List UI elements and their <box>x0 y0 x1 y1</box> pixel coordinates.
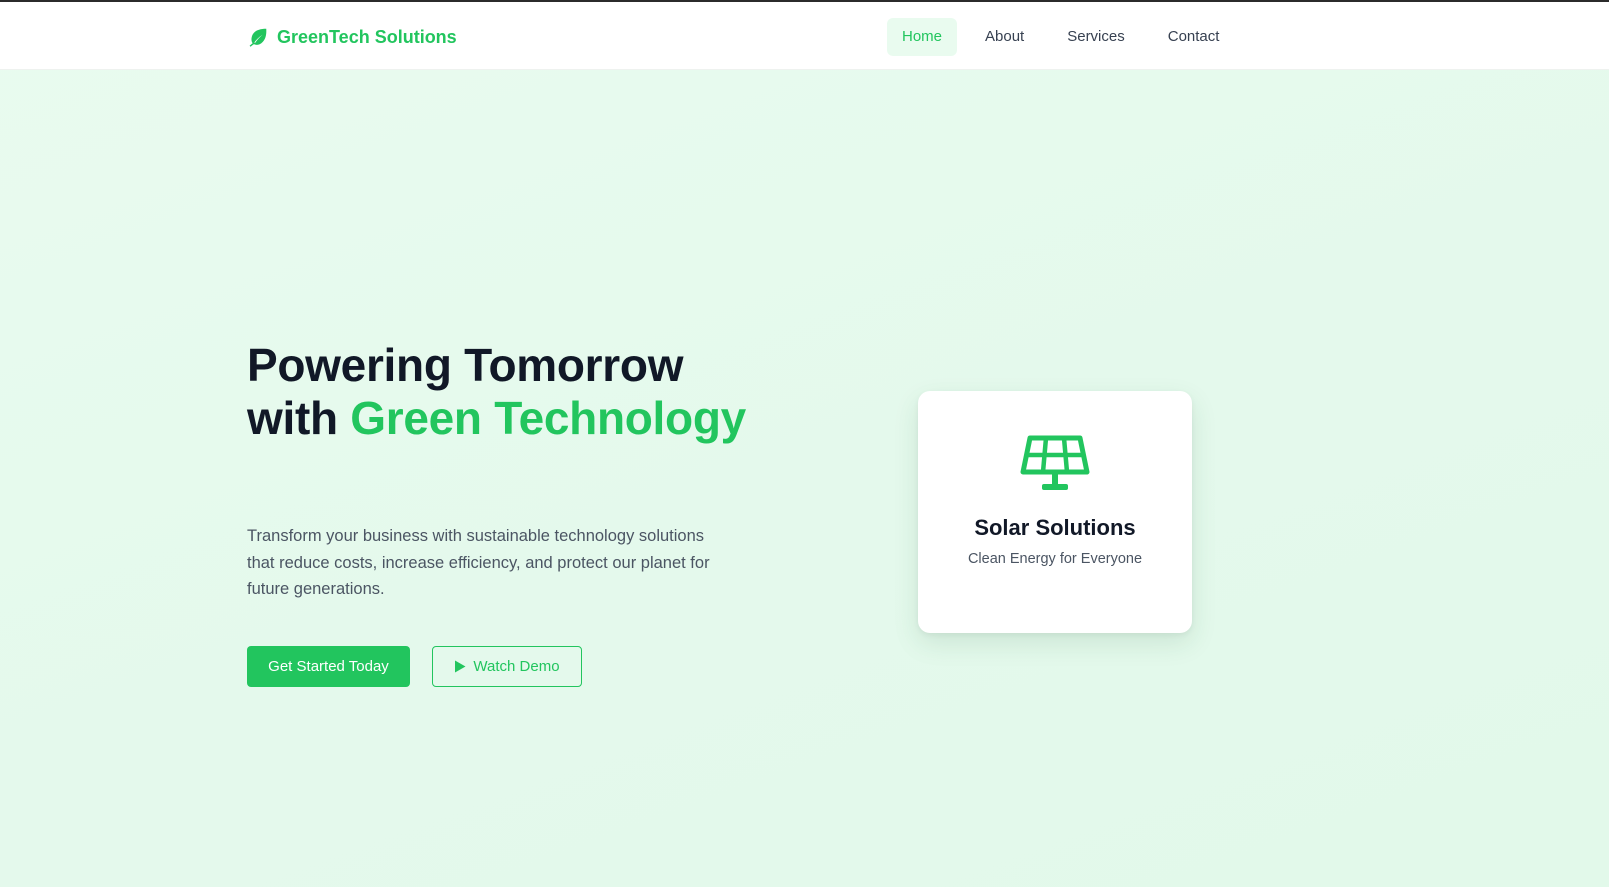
top-navigation: GreenTech Solutions Home About Services … <box>0 2 1609 70</box>
leaf-icon <box>247 26 269 48</box>
landing-page: GreenTech Solutions Home About Services … <box>0 0 1609 887</box>
brand-logo-link[interactable]: GreenTech Solutions <box>247 22 457 52</box>
hero-title-line1: Powering Tomorrow <box>247 339 684 391</box>
hero-description: Transform your business with sustainable… <box>247 527 710 598</box>
nav-item-home[interactable]: Home <box>887 18 958 56</box>
nav-item-about[interactable]: About <box>970 18 1039 56</box>
card-subtitle: Clean Energy for Everyone <box>967 551 1143 567</box>
watch-demo-button[interactable]: Watch Demo <box>432 646 582 687</box>
nav-links: Home About Services Contact <box>887 18 1247 56</box>
hero-title: Powering Tomorrow with Green Technology <box>247 339 747 445</box>
card-title: Solar Solutions <box>974 515 1136 540</box>
nav-item-contact[interactable]: Contact <box>1153 18 1235 56</box>
brand-name: GreenTech Solutions <box>277 26 457 47</box>
feature-card: Solar Solutions Clean Energy for Everyon… <box>918 391 1192 633</box>
hero-title-accent: Green Technology <box>350 392 746 444</box>
get-started-button[interactable]: Get Started Today <box>247 646 410 687</box>
watch-demo-label: Watch Demo <box>473 658 560 675</box>
solar-panel-icon <box>1017 434 1093 494</box>
hero-title-with: with <box>247 392 351 444</box>
play-icon <box>454 660 466 673</box>
nav-item-services[interactable]: Services <box>1052 18 1140 56</box>
